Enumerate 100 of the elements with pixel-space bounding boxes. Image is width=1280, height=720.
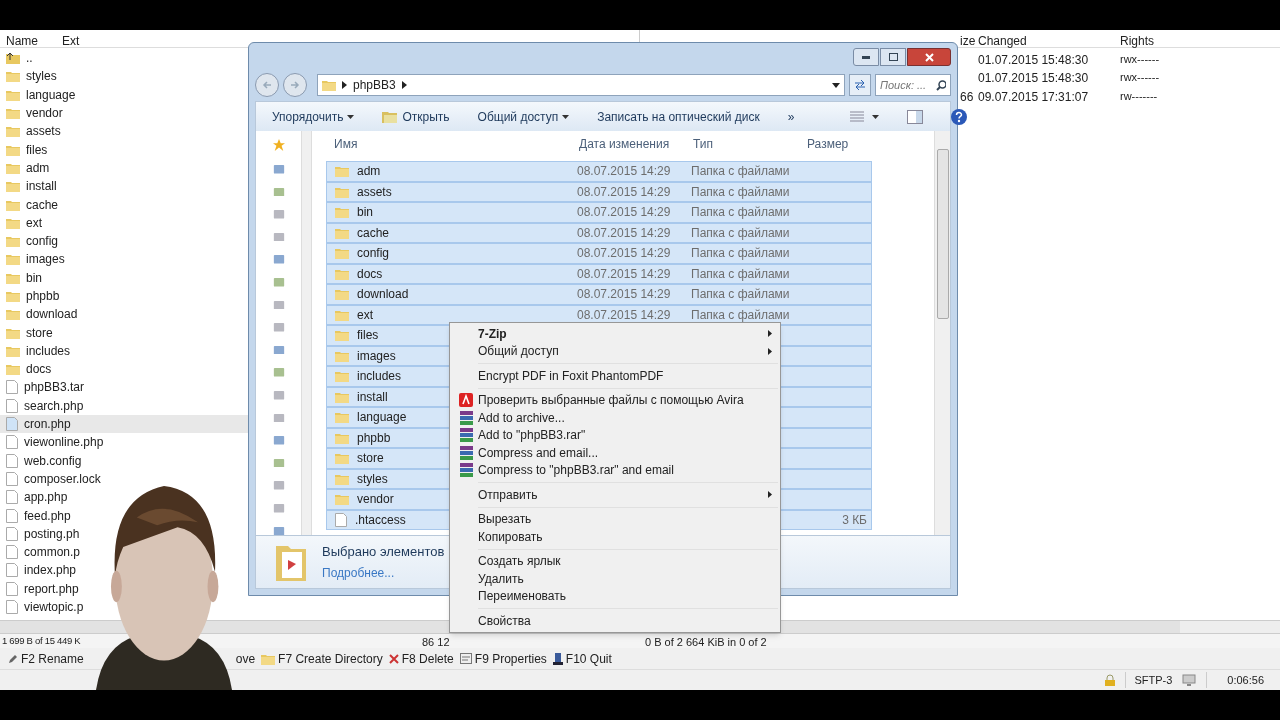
close-button[interactable]: [907, 48, 951, 66]
navigation-icon[interactable]: [272, 165, 285, 174]
file-row[interactable]: docs 08.07.2015 14:29 Папка с файлами: [326, 263, 872, 284]
file-name[interactable]: store: [26, 323, 53, 342]
navigation-icon[interactable]: [272, 300, 285, 310]
function-key-button[interactable]: F2 Rename: [8, 649, 84, 668]
file-name[interactable]: language: [26, 85, 76, 104]
file-name[interactable]: files: [26, 140, 48, 159]
function-key-button[interactable]: ove: [235, 649, 256, 668]
column-header[interactable]: Имя: [326, 135, 575, 153]
file-name[interactable]: posting.ph: [24, 524, 80, 543]
selected-file-row[interactable]: cron.php: [0, 414, 248, 434]
column-header[interactable]: ize: [960, 32, 976, 50]
file-name[interactable]: ..: [26, 49, 33, 68]
navigation-icon[interactable]: [272, 503, 285, 513]
view-options-button[interactable]: [850, 111, 880, 122]
navigation-icon[interactable]: [272, 368, 285, 377]
file-name[interactable]: composer.lock: [24, 469, 101, 488]
navigation-icon[interactable]: [272, 458, 285, 468]
breadcrumb-item[interactable]: phpBB3: [353, 76, 396, 94]
minimize-button[interactable]: [853, 48, 879, 66]
file-row[interactable]: download 08.07.2015 14:29 Папка с файлами: [326, 284, 872, 305]
file-row[interactable]: bin 08.07.2015 14:29 Папка с файлами: [326, 202, 872, 223]
navigation-icon[interactable]: [272, 255, 285, 264]
navigation-icon[interactable]: [272, 345, 285, 355]
refresh-button[interactable]: [849, 74, 871, 96]
menu-item[interactable]: Отправить: [450, 486, 780, 504]
file-name[interactable]: common.p: [24, 543, 81, 562]
column-header[interactable]: Name: [6, 32, 38, 50]
column-header[interactable]: Ext: [62, 32, 80, 50]
navigation-icon[interactable]: [272, 210, 285, 219]
menu-item[interactable]: Общий доступ: [450, 342, 780, 360]
menu-item[interactable]: Compress and email...: [450, 444, 780, 462]
file-name[interactable]: viewonline.php: [24, 433, 104, 452]
file-name[interactable]: ext: [26, 213, 42, 232]
file-name[interactable]: report.php: [24, 579, 79, 598]
function-key-button[interactable]: F7 Create Directory: [261, 649, 383, 668]
file-name[interactable]: phpbb: [26, 287, 60, 305]
file-name[interactable]: web.config: [24, 451, 82, 470]
file-row[interactable]: config 08.07.2015 14:29 Папка с файлами: [326, 243, 872, 264]
navigation-icon[interactable]: [272, 278, 285, 287]
column-header[interactable]: Changed: [978, 32, 1027, 50]
forward-button[interactable]: [283, 73, 307, 97]
function-key-button[interactable]: F10 Quit: [552, 649, 612, 668]
file-name[interactable]: styles: [26, 67, 57, 86]
file-name[interactable]: phpBB3.tar: [24, 378, 85, 397]
menu-item[interactable]: Вырезать: [450, 510, 780, 528]
navigation-icon[interactable]: [272, 481, 285, 490]
column-header[interactable]: Размер: [803, 135, 883, 153]
file-name[interactable]: feed.php: [24, 506, 71, 525]
toolbar-button[interactable]: Общий доступ: [477, 107, 570, 126]
file-name[interactable]: cache: [26, 195, 59, 214]
function-key-button[interactable]: F9 Properties: [459, 649, 547, 668]
file-name[interactable]: vendor: [26, 104, 63, 123]
menu-item[interactable]: Encrypt PDF in Foxit PhantomPDF: [450, 367, 780, 385]
preview-pane-button[interactable]: [907, 109, 924, 124]
menu-item[interactable]: Compress to "phpBB3.rar" and email: [450, 461, 780, 479]
file-name[interactable]: docs: [26, 360, 52, 379]
menu-item[interactable]: 7-Zip: [450, 325, 780, 343]
menu-item[interactable]: Проверить выбранные файлы с помощью Avira: [450, 391, 780, 409]
file-name[interactable]: config: [26, 232, 59, 251]
menu-item[interactable]: Копировать: [450, 528, 780, 546]
file-name[interactable]: viewtopic.p: [24, 598, 84, 617]
address-bar[interactable]: phpBB3: [317, 74, 845, 96]
function-key-button[interactable]: F8 Delete: [388, 649, 454, 668]
file-name[interactable]: images: [26, 250, 65, 269]
toolbar-button[interactable]: Упорядочить: [272, 107, 355, 126]
navigation-icon[interactable]: [272, 413, 285, 423]
menu-item[interactable]: Свойства: [450, 612, 780, 630]
column-header[interactable]: Дата изменения: [575, 135, 689, 153]
search-input[interactable]: Поиск: ...: [880, 76, 934, 94]
navigation-icon[interactable]: [272, 323, 285, 332]
maximize-button[interactable]: [880, 48, 906, 66]
file-name[interactable]: bin: [26, 268, 42, 287]
navigation-icon[interactable]: [272, 187, 285, 197]
back-button[interactable]: [255, 73, 279, 97]
menu-item[interactable]: Переименовать: [450, 587, 780, 605]
file-name[interactable]: assets: [26, 122, 61, 141]
file-row[interactable]: adm 08.07.2015 14:29 Папка с файлами: [326, 161, 872, 182]
menu-item[interactable]: Создать ярлык: [450, 552, 780, 570]
navigation-icon[interactable]: [272, 436, 285, 445]
file-row[interactable]: cache 08.07.2015 14:29 Папка с файлами: [326, 222, 872, 243]
menu-item[interactable]: Add to "phpBB3.rar": [450, 426, 780, 444]
details-link[interactable]: Подробнее...: [322, 563, 445, 582]
toolbar-button[interactable]: Записать на оптический диск: [597, 107, 760, 126]
file-name[interactable]: download: [26, 305, 78, 324]
toolbar-button[interactable]: Открыть: [382, 107, 450, 126]
file-name[interactable]: search.php: [24, 396, 84, 415]
vertical-scrollbar[interactable]: [934, 131, 950, 535]
column-header[interactable]: Rights: [1120, 32, 1154, 50]
file-name[interactable]: adm: [26, 158, 50, 177]
navigation-icon[interactable]: [272, 526, 285, 536]
menu-item[interactable]: Add to archive...: [450, 409, 780, 427]
file-name[interactable]: index.php: [24, 561, 77, 580]
column-header[interactable]: Тип: [689, 135, 803, 153]
vertical-scrollbar[interactable]: [301, 131, 311, 535]
navigation-icon[interactable]: [272, 232, 285, 242]
file-name[interactable]: install: [26, 177, 57, 196]
search-field[interactable]: Поиск: ...: [875, 74, 951, 96]
file-row[interactable]: assets 08.07.2015 14:29 Папка с файлами: [326, 181, 872, 202]
